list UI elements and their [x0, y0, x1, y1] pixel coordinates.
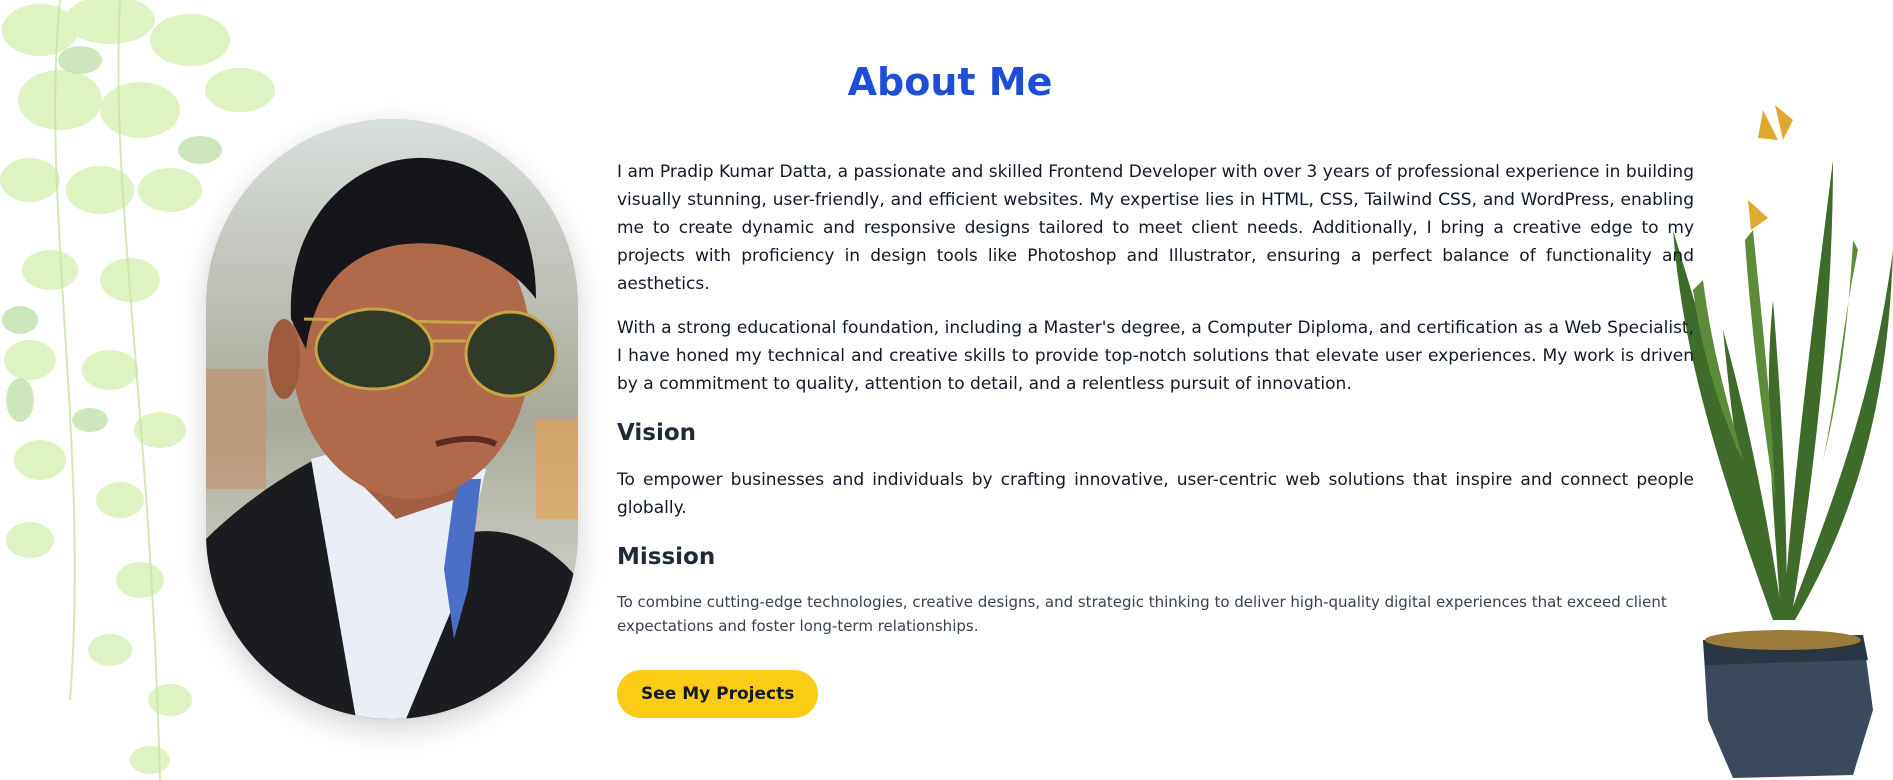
potted-plant-icon	[1673, 105, 1893, 778]
page-title: About Me	[847, 60, 1053, 104]
intro-paragraph: I am Pradip Kumar Datta, a passionate an…	[617, 162, 1694, 294]
profile-photo	[206, 119, 578, 719]
about-section: About Me I am Pradip Kumar Datta, a pass…	[0, 0, 1893, 780]
see-my-projects-button[interactable]: See My Projects	[617, 670, 819, 718]
mission-text: To combine cutting-edge technologies, cr…	[617, 593, 1667, 635]
vision-heading: Vision	[617, 420, 697, 446]
education-paragraph: With a strong educational foundation, in…	[617, 318, 1694, 394]
vision-text: To empower businesses and individuals by…	[617, 470, 1694, 518]
mission-heading: Mission	[617, 544, 716, 570]
about-content: I am Pradip Kumar Datta, a passionate an…	[617, 158, 1694, 718]
